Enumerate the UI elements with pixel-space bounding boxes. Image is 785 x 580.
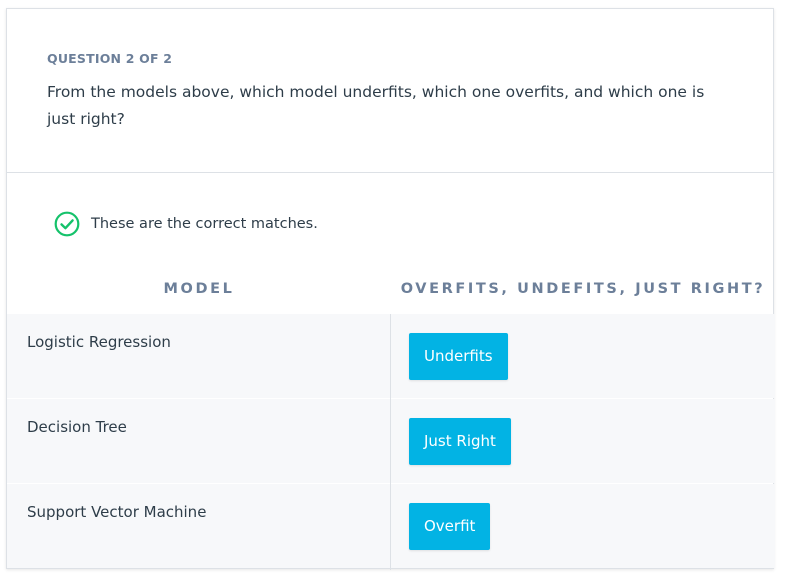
question-header: QUESTION 2 OF 2 From the models above, w… bbox=[7, 9, 773, 173]
column-header-model: MODEL bbox=[163, 281, 235, 297]
question-counter: QUESTION 2 OF 2 bbox=[47, 51, 173, 66]
feedback-text: These are the correct matches. bbox=[91, 216, 318, 232]
answer-cell: Just Right bbox=[391, 399, 775, 483]
answer-cell: Overfit bbox=[391, 484, 775, 568]
answer-cell: Underfits bbox=[391, 314, 775, 398]
model-name: Decision Tree bbox=[27, 418, 127, 436]
answer-chip[interactable]: Underfits bbox=[409, 333, 508, 380]
question-text: From the models above, which model under… bbox=[47, 83, 705, 128]
table-header: MODEL OVERFITS, UNDEFITS, JUST RIGHT? bbox=[7, 271, 773, 314]
answer-chip[interactable]: Just Right bbox=[409, 418, 511, 465]
model-name: Logistic Regression bbox=[27, 333, 171, 351]
column-header-fit: OVERFITS, UNDEFITS, JUST RIGHT? bbox=[400, 281, 766, 297]
answer-chip[interactable]: Overfit bbox=[409, 503, 491, 550]
check-circle-icon bbox=[54, 211, 80, 237]
column-divider bbox=[390, 314, 391, 570]
feedback-message: These are the correct matches. bbox=[54, 211, 318, 237]
quiz-card: QUESTION 2 OF 2 From the models above, w… bbox=[6, 8, 775, 570]
model-name: Support Vector Machine bbox=[27, 503, 207, 521]
